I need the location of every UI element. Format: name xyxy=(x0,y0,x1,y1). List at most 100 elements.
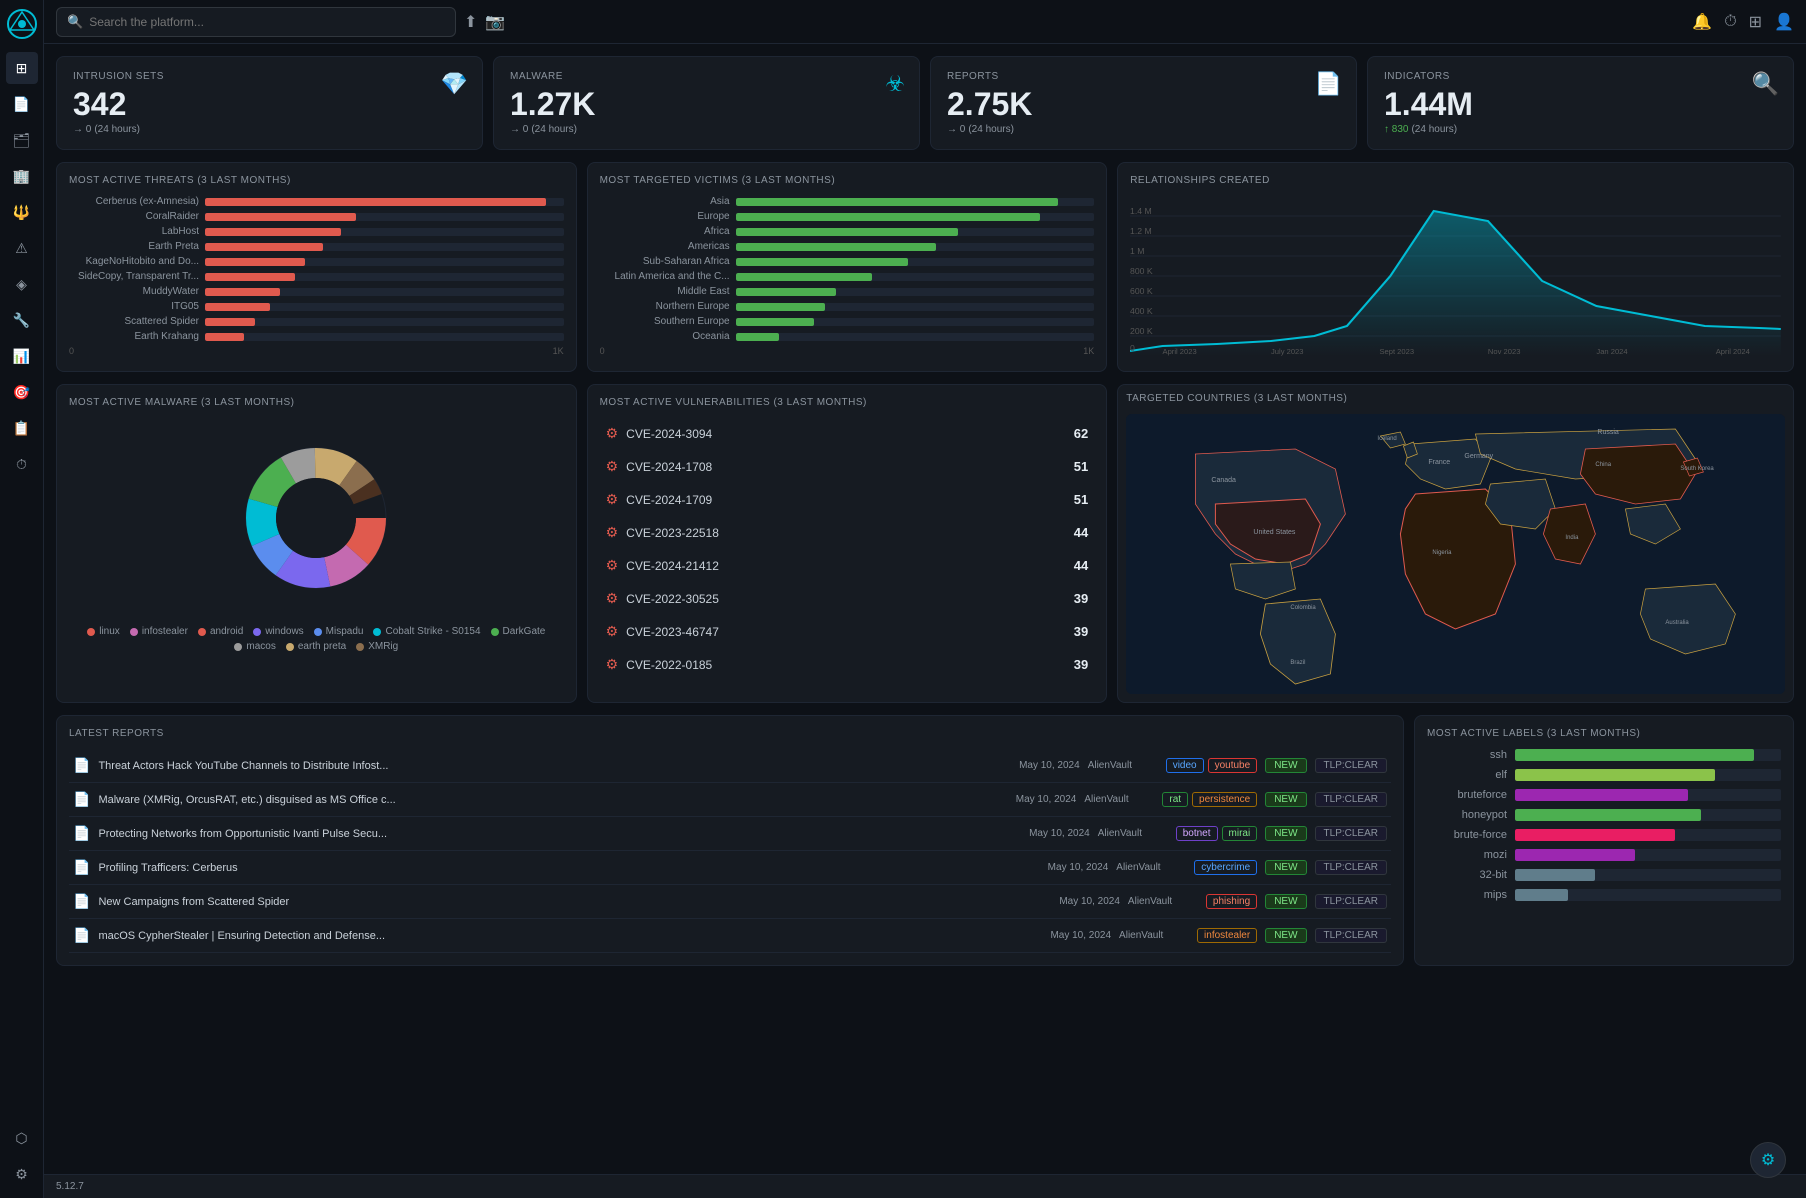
stat-intrusion-sets[interactable]: INTRUSION SETS 342 → 0 (24 hours) 💎 xyxy=(56,56,483,150)
bar-item: Scattered Spider xyxy=(69,316,564,327)
sidebar-item-observations[interactable]: ◈ xyxy=(6,268,38,300)
bar-item: Europe xyxy=(600,211,1095,222)
map-card: TARGETED COUNTRIES (3 LAST MONTHS) xyxy=(1117,384,1794,703)
charts-row-1: MOST ACTIVE THREATS (3 LAST MONTHS) Cerb… xyxy=(56,162,1794,372)
threats-chart: MOST ACTIVE THREATS (3 LAST MONTHS) Cerb… xyxy=(56,162,577,372)
svg-text:1.2 M: 1.2 M xyxy=(1130,226,1152,236)
vuln-item[interactable]: ⚙ CVE-2024-3094 62 xyxy=(600,418,1095,449)
report-row[interactable]: 📄 Threat Actors Hack YouTube Channels to… xyxy=(69,749,1391,783)
label-bar-item: ssh xyxy=(1427,749,1781,761)
report-row[interactable]: 📄 Malware (XMRig, OrcusRAT, etc.) disgui… xyxy=(69,783,1391,817)
svg-text:200 K: 200 K xyxy=(1130,326,1153,336)
label-bar-item: elf xyxy=(1427,769,1781,781)
report-row[interactable]: 📄 Protecting Networks from Opportunistic… xyxy=(69,817,1391,851)
svg-text:South Korea: South Korea xyxy=(1681,466,1715,472)
sidebar-item-targets[interactable]: 🎯 xyxy=(6,376,38,408)
pie-legend: linux infostealer android windows Mispad… xyxy=(69,626,564,652)
stat-malware[interactable]: MALWARE 1.27K → 0 (24 hours) ☣ xyxy=(493,56,920,150)
sidebar-item-layers[interactable]: ⬡ xyxy=(6,1122,38,1154)
report-row[interactable]: 📄 New Campaigns from Scattered Spider Ma… xyxy=(69,885,1391,919)
bar-item: Southern Europe xyxy=(600,316,1095,327)
svg-text:400 K: 400 K xyxy=(1130,306,1153,316)
svg-text:1.4 M: 1.4 M xyxy=(1130,206,1152,216)
sidebar-item-history[interactable]: ⏱ xyxy=(6,448,38,480)
victims-bar-list: Asia Europe Africa Americas Sub-Saharan … xyxy=(600,196,1095,342)
label-bar-item: 32-bit xyxy=(1427,869,1781,881)
stat-reports[interactable]: REPORTS 2.75K → 0 (24 hours) 📄 xyxy=(930,56,1357,150)
bottom-bar: 5.12.7 xyxy=(44,1174,1806,1198)
svg-text:800 K: 800 K xyxy=(1130,266,1153,276)
bar-item: Middle East xyxy=(600,286,1095,297)
svg-text:600 K: 600 K xyxy=(1130,286,1153,296)
upload-icon[interactable]: ⬆ xyxy=(464,12,477,32)
label-bar-item: honeypot xyxy=(1427,809,1781,821)
bar-item: KageNoHitobito and Do... xyxy=(69,256,564,267)
intrusion-icon: 💎 xyxy=(441,71,468,97)
svg-text:India: India xyxy=(1566,535,1580,541)
label-bar-item: brute-force xyxy=(1427,829,1781,841)
vuln-icon: ⚙ xyxy=(606,590,619,607)
qr-icon[interactable]: 📷 xyxy=(485,12,505,32)
sidebar-item-entities[interactable]: 🏢 xyxy=(6,160,38,192)
version-label: 5.12.7 xyxy=(56,1181,84,1192)
sidebar-item-dashboard[interactable]: ⊞ xyxy=(6,52,38,84)
sidebar-item-settings[interactable]: ⚙ xyxy=(6,1158,38,1190)
vuln-item[interactable]: ⚙ CVE-2024-1709 51 xyxy=(600,484,1095,515)
sidebar-item-tools[interactable]: 🔧 xyxy=(6,304,38,336)
vuln-item[interactable]: ⚙ CVE-2024-21412 44 xyxy=(600,550,1095,581)
bar-item: ITG05 xyxy=(69,301,564,312)
sidebar-item-data[interactable]: 📊 xyxy=(6,340,38,372)
sidebar-item-events[interactable]: 🗂 xyxy=(6,124,38,156)
vuln-icon: ⚙ xyxy=(606,623,619,640)
dashboard: INTRUSION SETS 342 → 0 (24 hours) 💎 MALW… xyxy=(44,44,1806,1174)
app-logo[interactable] xyxy=(6,8,38,40)
clock-icon[interactable]: ⏱ xyxy=(1724,13,1736,31)
bar-item: Earth Preta xyxy=(69,241,564,252)
svg-text:United States: United States xyxy=(1254,529,1297,536)
vuln-item[interactable]: ⚙ CVE-2022-30525 39 xyxy=(600,583,1095,614)
stat-indicators[interactable]: INDICATORS 1.44M ↑ 830 (24 hours) 🔍 xyxy=(1367,56,1794,150)
svg-text:0: 0 xyxy=(1130,343,1135,353)
svg-text:Jan 2024: Jan 2024 xyxy=(1597,347,1628,356)
sidebar-item-arsenal[interactable]: 🔱 xyxy=(6,196,38,228)
bar-item: Earth Krahang xyxy=(69,331,564,342)
vuln-icon: ⚙ xyxy=(606,656,619,673)
svg-text:France: France xyxy=(1429,459,1451,466)
vuln-icon: ⚙ xyxy=(606,458,619,475)
svg-text:Sept 2023: Sept 2023 xyxy=(1380,347,1415,356)
notifications-icon[interactable]: 🔔 xyxy=(1692,12,1712,32)
user-icon[interactable]: 👤 xyxy=(1774,12,1794,32)
report-row[interactable]: 📄 macOS CypherStealer | Ensuring Detecti… xyxy=(69,919,1391,953)
report-file-icon: 📄 xyxy=(73,825,90,842)
svg-text:April 2023: April 2023 xyxy=(1163,347,1197,356)
labels-card: MOST ACTIVE LABELS (3 LAST MONTHS) ssh e… xyxy=(1414,715,1794,966)
bar-item: SideCopy, Transparent Tr... xyxy=(69,271,564,282)
report-file-icon: 📄 xyxy=(73,859,90,876)
phishing-tag: phishing xyxy=(1206,894,1257,909)
bar-item: Africa xyxy=(600,226,1095,237)
report-row[interactable]: 📄 Profiling Trafficers: Cerberus May 10,… xyxy=(69,851,1391,885)
svg-text:Colombia: Colombia xyxy=(1291,605,1317,611)
vuln-list: ⚙ CVE-2024-3094 62 ⚙ CVE-2024-1708 51 ⚙ … xyxy=(600,418,1095,680)
svg-text:China: China xyxy=(1596,462,1612,468)
vuln-item[interactable]: ⚙ CVE-2022-0185 39 xyxy=(600,649,1095,680)
sidebar-item-reports[interactable]: 📄 xyxy=(6,88,38,120)
bar-item: Americas xyxy=(600,241,1095,252)
search-box[interactable]: 🔍 xyxy=(56,7,456,37)
vuln-item[interactable]: ⚙ CVE-2023-22518 44 xyxy=(600,517,1095,548)
bar-item: CoralRaider xyxy=(69,211,564,222)
vulnerabilities-chart: MOST ACTIVE VULNERABILITIES (3 LAST MONT… xyxy=(587,384,1108,703)
search-input[interactable] xyxy=(89,15,445,29)
sidebar-item-cases[interactable]: 📋 xyxy=(6,412,38,444)
vuln-item[interactable]: ⚙ CVE-2023-46747 39 xyxy=(600,616,1095,647)
apps-icon[interactable]: ⊞ xyxy=(1749,12,1762,32)
sidebar-item-threats[interactable]: ⚠ xyxy=(6,232,38,264)
malware-icon: ☣ xyxy=(885,71,905,97)
vuln-item[interactable]: ⚙ CVE-2024-1708 51 xyxy=(600,451,1095,482)
reports-icon: 📄 xyxy=(1315,71,1342,97)
label-bar-item: mozi xyxy=(1427,849,1781,861)
svg-text:Brazil: Brazil xyxy=(1291,660,1306,666)
bottom-row: LATEST REPORTS 📄 Threat Actors Hack YouT… xyxy=(56,715,1794,966)
bar-item: MuddyWater xyxy=(69,286,564,297)
settings-fab[interactable]: ⚙ xyxy=(1750,1142,1786,1178)
